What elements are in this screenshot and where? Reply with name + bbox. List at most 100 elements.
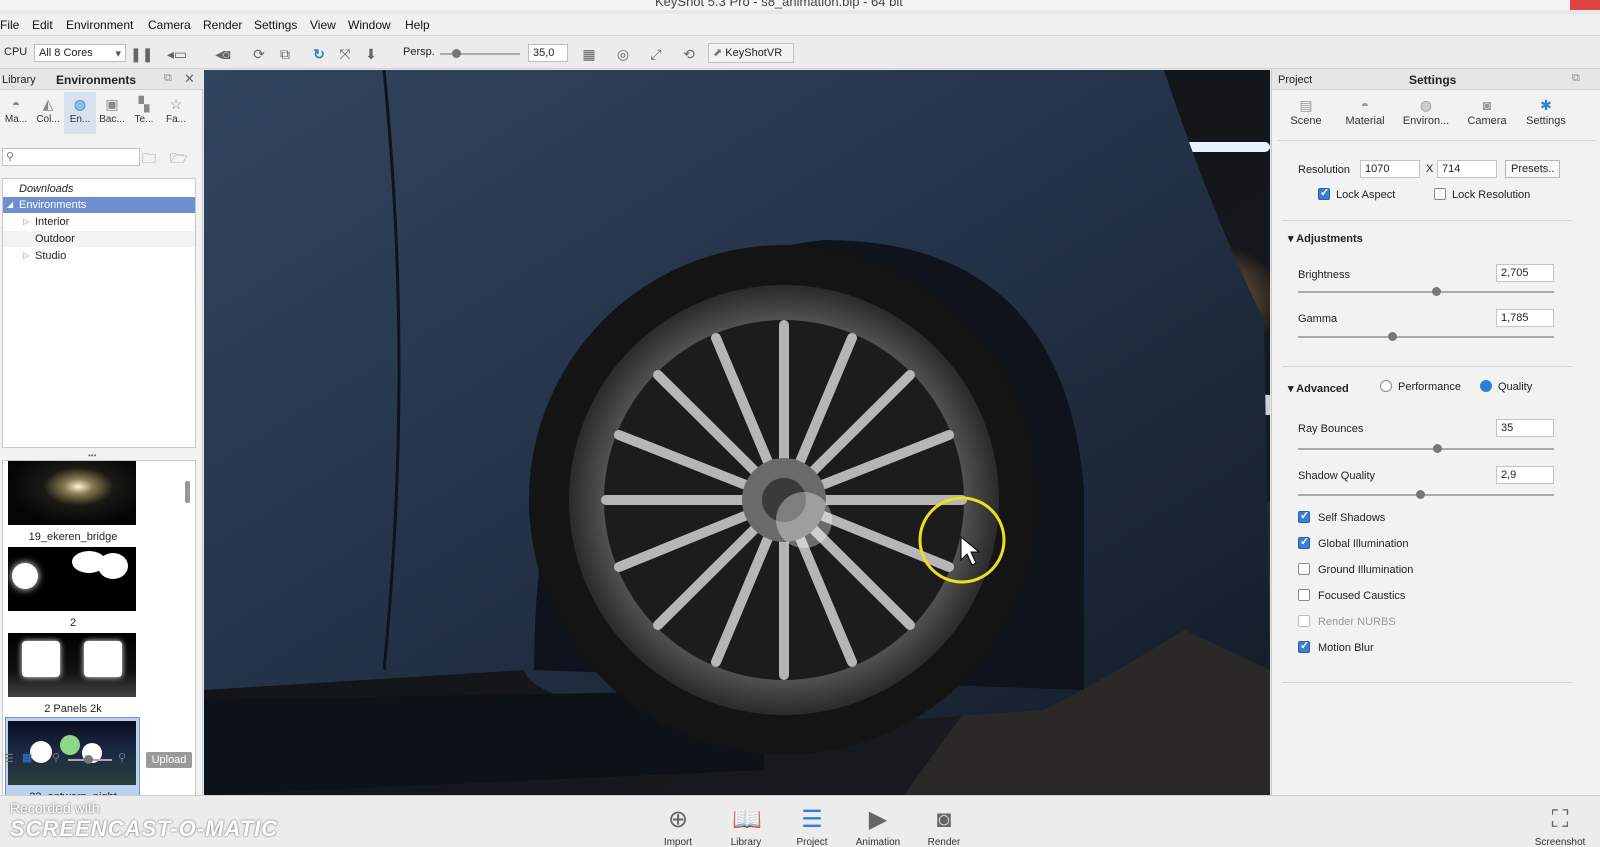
import-button[interactable]: ⊕ Import bbox=[650, 800, 706, 847]
grid-icon[interactable]: ▦ bbox=[580, 45, 598, 63]
window-title: KeyShot 5.3 Pro - s8_animation.bip - 64 … bbox=[655, 0, 903, 9]
add-folder-icon[interactable]: 🗀 bbox=[142, 148, 156, 172]
quality-radio[interactable] bbox=[1480, 380, 1492, 392]
tree-item-studio[interactable]: ▷ Studio bbox=[3, 248, 195, 264]
tab-favorites[interactable]: ☆ Fa... bbox=[160, 92, 192, 134]
gamma-slider[interactable] bbox=[1298, 336, 1554, 338]
tab-materials[interactable]: ◓ Ma... bbox=[0, 92, 32, 134]
settings-cycle-icon[interactable]: ⟲ bbox=[680, 45, 698, 63]
tab-scene[interactable]: ▤ Scene bbox=[1280, 92, 1332, 136]
close-window-button[interactable] bbox=[1570, 0, 1600, 10]
brightness-slider-knob[interactable] bbox=[1432, 287, 1441, 296]
menu-file[interactable]: File bbox=[0, 18, 19, 32]
grid-view-icon[interactable]: ▦ bbox=[22, 751, 32, 764]
tab-material[interactable]: ◓ Material bbox=[1336, 92, 1394, 136]
thumbnail-2-panels-2k[interactable] bbox=[8, 633, 136, 697]
tab-environments[interactable]: ◍ En... bbox=[64, 92, 96, 134]
lock-aspect-checkbox[interactable] bbox=[1318, 186, 1330, 200]
screenshot-button[interactable]: ⛶ Screenshot bbox=[1530, 800, 1590, 847]
project-tab[interactable]: Project bbox=[1278, 74, 1312, 86]
fit-view-icon[interactable]: ⤧ bbox=[336, 45, 354, 63]
menu-settings[interactable]: Settings bbox=[254, 18, 297, 32]
shadow-quality-slider-knob[interactable] bbox=[1416, 490, 1425, 499]
adjustments-section[interactable]: ▾ Adjustments bbox=[1288, 232, 1363, 245]
collapse-icon[interactable]: ▷ bbox=[23, 248, 29, 264]
menu-edit[interactable]: Edit bbox=[32, 18, 53, 32]
drop-icon[interactable]: ⬇ bbox=[362, 45, 380, 63]
menu-render[interactable]: Render bbox=[203, 18, 242, 32]
render-nurbs-checkbox[interactable] bbox=[1298, 615, 1310, 627]
brightness-input[interactable]: 2,705 bbox=[1496, 264, 1554, 282]
screenshot-icon[interactable]: ◂◙ bbox=[208, 45, 238, 63]
menu-camera[interactable]: Camera bbox=[148, 18, 191, 32]
menu-environment[interactable]: Environment bbox=[66, 18, 133, 32]
region-icon[interactable]: ◂▭ bbox=[162, 45, 192, 63]
crop-icon[interactable]: ⤢ bbox=[647, 45, 665, 63]
tab-backplates[interactable]: ▣ Bac... bbox=[96, 92, 128, 134]
thumbnail-size-knob[interactable] bbox=[84, 755, 93, 764]
remove-folder-icon[interactable]: 🗁 bbox=[170, 148, 187, 172]
tab-environment[interactable]: ◍ Environ... bbox=[1396, 92, 1456, 136]
presets-button[interactable]: Presets.. bbox=[1505, 160, 1561, 178]
gamma-input[interactable]: 1,785 bbox=[1496, 309, 1554, 327]
zoom-out-icon[interactable]: ⚲ bbox=[52, 751, 60, 764]
tree-item-interior[interactable]: ▷ Interior bbox=[3, 214, 195, 230]
global-illumination-checkbox[interactable] bbox=[1298, 535, 1310, 549]
resolution-width-input[interactable]: 1070 bbox=[1360, 160, 1420, 178]
tree-item-downloads[interactable]: Downloads bbox=[3, 181, 195, 197]
render-viewport[interactable] bbox=[204, 70, 1270, 795]
ray-bounces-input[interactable]: 35 bbox=[1496, 419, 1554, 437]
shadow-quality-input[interactable]: 2,9 bbox=[1496, 466, 1554, 484]
fov-input[interactable]: 35,0 bbox=[528, 44, 568, 62]
render-button[interactable]: ◙ Render bbox=[916, 800, 972, 847]
resolution-height-input[interactable]: 714 bbox=[1437, 160, 1497, 178]
thumbnails-scrollbar[interactable] bbox=[185, 481, 190, 503]
tab-colors[interactable]: ◭ Col... bbox=[32, 92, 64, 134]
gamma-slider-knob[interactable] bbox=[1388, 332, 1397, 341]
thumbnail-2[interactable] bbox=[8, 547, 136, 611]
cpu-cores-select[interactable]: All 8 Cores ▾ bbox=[34, 44, 126, 62]
screencast-watermark: Recorded with SCREENCAST-O-MATIC bbox=[10, 800, 279, 841]
menu-view[interactable]: View bbox=[310, 18, 336, 32]
list-view-icon[interactable]: ☰ bbox=[4, 752, 14, 765]
clone-icon[interactable]: ⧉ bbox=[276, 45, 294, 63]
lock-resolution-checkbox[interactable] bbox=[1434, 188, 1446, 200]
collapse-icon[interactable]: ▷ bbox=[23, 214, 29, 230]
fov-slider-knob[interactable] bbox=[452, 49, 461, 58]
splitter-handle[interactable]: ••• bbox=[88, 451, 96, 460]
tree-item-environments[interactable]: ◢ Environments bbox=[3, 197, 195, 213]
undock-icon[interactable]: ⧉ bbox=[164, 72, 172, 85]
zoom-in-icon[interactable]: ⚲ bbox=[118, 751, 126, 764]
menu-help[interactable]: Help bbox=[405, 18, 430, 32]
keyshotvr-button[interactable]: ⬈ KeyShotVR bbox=[708, 43, 794, 63]
performance-radio[interactable] bbox=[1380, 380, 1392, 392]
library-tab[interactable]: Library bbox=[2, 74, 36, 86]
menu-window[interactable]: Window bbox=[348, 18, 391, 32]
tab-camera[interactable]: ◙ Camera bbox=[1458, 92, 1516, 136]
library-button[interactable]: 📖 Library bbox=[718, 800, 774, 847]
ground-illumination-checkbox[interactable] bbox=[1298, 563, 1310, 575]
sphere-icon[interactable]: ◎ bbox=[614, 45, 632, 63]
undock-icon[interactable]: ⧉ bbox=[1572, 72, 1580, 85]
ray-bounces-slider-knob[interactable] bbox=[1433, 444, 1442, 453]
refresh-icon[interactable]: ⟳ bbox=[250, 45, 268, 63]
motion-blur-checkbox[interactable] bbox=[1298, 639, 1310, 653]
reset-camera-icon[interactable]: ↻ bbox=[310, 45, 328, 63]
expand-icon[interactable]: ◢ bbox=[7, 197, 13, 213]
ray-bounces-slider[interactable] bbox=[1298, 448, 1554, 450]
project-button[interactable]: ☰ Project bbox=[784, 800, 840, 847]
tab-textures[interactable]: ▚ Te... bbox=[128, 92, 160, 134]
focused-caustics-checkbox[interactable] bbox=[1298, 589, 1310, 601]
thumbnail-19-ekeren-bridge[interactable] bbox=[8, 461, 136, 525]
tab-settings[interactable]: ✱ Settings bbox=[1518, 92, 1574, 136]
library-search-input[interactable]: ⚲ bbox=[2, 148, 140, 166]
upload-button[interactable]: Upload bbox=[146, 752, 192, 768]
advanced-section[interactable]: ▾ Advanced bbox=[1288, 382, 1349, 395]
brightness-slider[interactable] bbox=[1298, 291, 1554, 293]
pause-icon[interactable]: ❚❚ bbox=[130, 45, 153, 63]
shadow-quality-slider[interactable] bbox=[1298, 494, 1554, 496]
self-shadows-checkbox[interactable] bbox=[1298, 509, 1310, 523]
tree-item-outdoor[interactable]: Outdoor bbox=[3, 231, 195, 247]
animation-button[interactable]: ▶ Animation bbox=[850, 800, 906, 847]
close-icon[interactable]: ✕ bbox=[184, 71, 195, 87]
